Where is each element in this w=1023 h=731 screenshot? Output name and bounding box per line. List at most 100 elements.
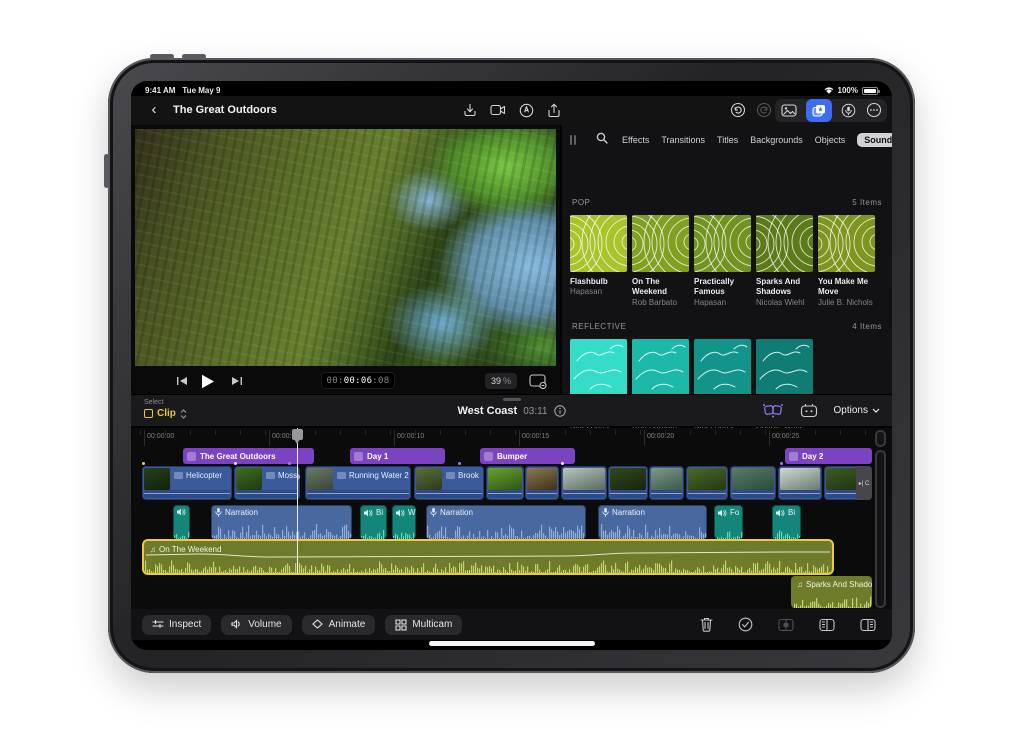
soundtrack-item[interactable]: You Make Me MoveJulie B. Nichols	[818, 215, 875, 308]
music-clip[interactable]: ♫On The Weekend	[144, 541, 832, 573]
tab-effects[interactable]: Effects	[622, 135, 649, 145]
volume-automation-line[interactable]	[144, 541, 832, 573]
camera-icon[interactable]	[488, 101, 508, 119]
soundtrack-thumbnail[interactable]	[570, 339, 627, 396]
zoom-level[interactable]: 39%	[485, 373, 517, 389]
sound-effect-clip[interactable]: Bi	[772, 505, 801, 539]
record-voiceover-icon[interactable]	[838, 101, 858, 119]
soundtrack-thumbnail[interactable]	[694, 339, 751, 396]
video-clip[interactable]: Helicopter	[142, 466, 232, 500]
title-clip[interactable]: The Great Outdoors	[183, 448, 314, 464]
narration-clip[interactable]: Narration	[598, 505, 707, 539]
project-name[interactable]: West Coast	[458, 405, 518, 417]
timecode-display: 00:00:06:08	[321, 372, 395, 389]
video-clip[interactable]: Mossy	[234, 466, 300, 500]
keyframe-icon	[312, 619, 324, 631]
connections-icon[interactable]	[762, 402, 784, 418]
music-clip[interactable]: ♫Sparks And Shadows	[791, 576, 872, 608]
soundtrack-thumbnail[interactable]	[756, 215, 813, 272]
volume-button[interactable]: Volume	[221, 615, 291, 635]
video-clip[interactable]	[608, 466, 648, 500]
video-clip-thumbnail	[236, 468, 262, 490]
check-circle-icon[interactable]	[738, 617, 753, 632]
timeline-drag-grip[interactable]	[503, 398, 521, 401]
soundtrack-item[interactable]: FlashbulbHapasan	[570, 215, 627, 308]
tab-titles[interactable]: Titles	[717, 135, 738, 145]
timeline-scrollbar-top[interactable]	[875, 430, 886, 447]
tab-backgrounds[interactable]: Backgrounds	[750, 135, 803, 145]
sound-effect-clip[interactable]: Bi	[360, 505, 387, 539]
animate-button[interactable]: Animate	[302, 615, 376, 635]
info-icon[interactable]	[554, 405, 566, 417]
video-clip[interactable]	[561, 466, 607, 500]
inspect-button[interactable]: Inspect	[142, 615, 211, 635]
panel-right-icon[interactable]	[860, 618, 876, 632]
sound-effect-clip[interactable]	[173, 505, 190, 539]
narration-clip[interactable]: Narration	[426, 505, 586, 539]
skip-back-icon[interactable]	[173, 372, 191, 390]
video-clip-audio-band	[307, 490, 409, 498]
viewer-display-icon[interactable]	[529, 372, 547, 390]
video-clip[interactable]	[486, 466, 524, 500]
background-tasks-icon[interactable]	[800, 403, 818, 418]
audio-clip-label: Narration	[602, 508, 645, 517]
video-clip-audio-band	[236, 490, 298, 498]
multicam-button[interactable]: Multicam	[385, 615, 462, 635]
media-browser-icon[interactable]	[806, 99, 832, 122]
ruler-label: 00:00:00	[147, 433, 174, 440]
home-indicator[interactable]	[429, 641, 595, 646]
tab-objects[interactable]: Objects	[815, 135, 846, 145]
photos-icon[interactable]	[779, 101, 799, 119]
redo-icon[interactable]	[754, 101, 774, 119]
title-clip[interactable]: Day 1	[350, 448, 445, 464]
title-clip-icon	[484, 452, 493, 461]
video-clip[interactable]	[730, 466, 776, 500]
soundtrack-name: Sparks And Shadows	[756, 277, 813, 298]
narration-clip[interactable]: Narration	[211, 505, 352, 539]
panel-left-icon[interactable]	[819, 618, 835, 632]
import-media-icon[interactable]	[460, 101, 480, 119]
video-clip[interactable]	[525, 466, 559, 500]
video-clip[interactable]: Running Water 2	[305, 466, 411, 500]
pencil-icon[interactable]	[516, 101, 536, 119]
soundtrack-thumbnail[interactable]	[632, 339, 689, 396]
sound-effect-clip[interactable]: W	[392, 505, 416, 539]
title-clip[interactable]: Day 2	[785, 448, 872, 464]
video-clip[interactable]: ▸| C	[824, 466, 872, 500]
video-clip[interactable]	[649, 466, 684, 500]
soundtrack-thumbnail[interactable]	[756, 339, 813, 396]
ruler-tick	[394, 430, 395, 446]
video-clip[interactable]: Brook	[414, 466, 484, 500]
back-chevron-icon[interactable]: ‹	[145, 101, 163, 119]
search-icon[interactable]	[596, 131, 608, 149]
more-icon[interactable]	[864, 101, 884, 119]
audio-waveform	[173, 525, 190, 539]
tab-soundtracks[interactable]: Soundtracks	[857, 133, 892, 147]
timeline-ruler[interactable]: 00:00:0000:00:0500:00:1000:00:1500:00:20…	[140, 430, 872, 446]
audio-clip-name: W	[408, 508, 416, 517]
video-clip-name: Running Water 2	[349, 471, 409, 480]
playhead[interactable]	[297, 428, 298, 574]
soundtrack-item[interactable]: On The WeekendRob Barbato	[632, 215, 689, 308]
sound-effect-clip[interactable]: Fo	[714, 505, 743, 539]
video-clip[interactable]	[778, 466, 822, 500]
soundtrack-thumbnail[interactable]	[632, 215, 689, 272]
soundtrack-item[interactable]: Practically FamousHapasan	[694, 215, 751, 308]
trash-icon[interactable]	[700, 617, 713, 632]
soundtrack-thumbnail[interactable]	[570, 215, 627, 272]
undo-icon[interactable]	[728, 101, 748, 119]
video-clip[interactable]	[686, 466, 728, 500]
ruler-tick	[644, 430, 645, 446]
soundtrack-item[interactable]: Sparks And ShadowsNicolas Wiehl	[756, 215, 813, 308]
panel-drag-handle[interactable]	[570, 135, 576, 145]
section-count: 4 Items	[852, 322, 882, 334]
soundtrack-thumbnail[interactable]	[694, 215, 751, 272]
play-button[interactable]	[199, 372, 217, 390]
share-icon[interactable]	[544, 101, 564, 119]
timeline-scrollbar[interactable]	[875, 450, 886, 608]
options-dropdown[interactable]: Options	[834, 405, 880, 416]
tab-transitions[interactable]: Transitions	[661, 135, 705, 145]
soundtrack-thumbnail[interactable]	[818, 215, 875, 272]
music-clip-name: Sparks And Shadows	[806, 580, 872, 589]
skip-forward-icon[interactable]	[227, 372, 245, 390]
